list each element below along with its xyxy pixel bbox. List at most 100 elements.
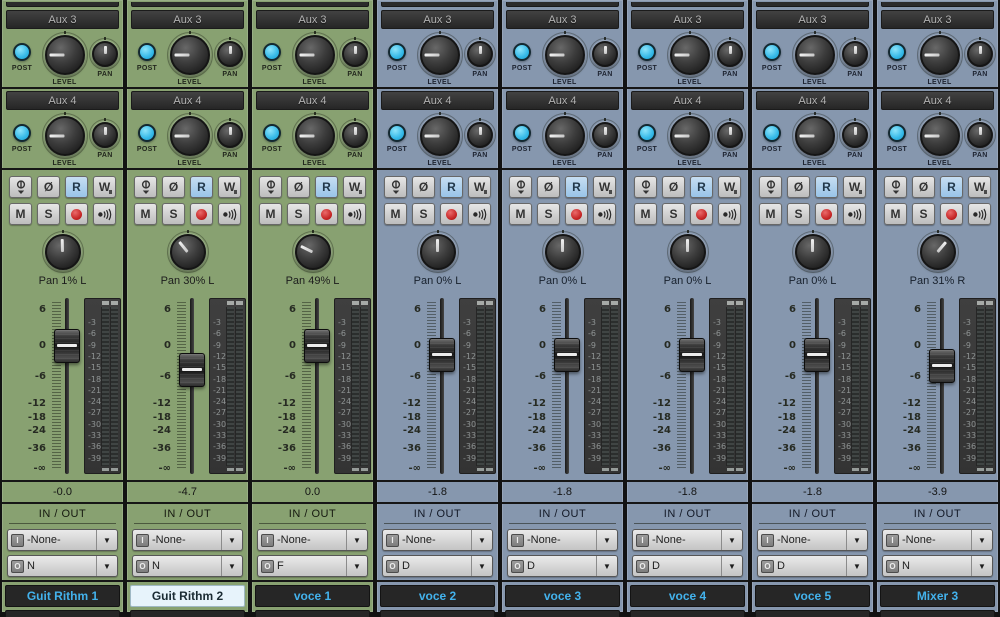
aux-send-header[interactable]: Aux 4 [631, 91, 744, 110]
post-toggle-button[interactable] [388, 124, 406, 142]
pan-knob[interactable] [920, 234, 956, 270]
aux-send-header[interactable]: Aux 3 [381, 10, 494, 29]
fader-track[interactable] [690, 298, 694, 474]
input-select-button[interactable] [884, 176, 907, 198]
send-pan-knob[interactable] [967, 41, 993, 67]
fader-handle[interactable] [679, 338, 705, 372]
dropdown-arrow-icon[interactable]: ▼ [846, 530, 867, 550]
send-level-knob[interactable] [795, 116, 835, 156]
track-name[interactable]: Guit Rithm 2 [130, 585, 245, 607]
record-monitor-button[interactable] [593, 203, 616, 225]
track-name[interactable]: voce 3 [505, 585, 620, 607]
input-select-dropdown[interactable]: I -None- ▼ [507, 529, 618, 551]
solo-button[interactable]: S [912, 203, 935, 225]
post-toggle-button[interactable] [513, 43, 531, 61]
automation-read-button[interactable]: R [565, 176, 588, 198]
send-pan-knob[interactable] [92, 41, 118, 67]
automation-read-button[interactable]: R [315, 176, 338, 198]
automation-write-button[interactable]: W [468, 176, 491, 198]
send-level-knob[interactable] [795, 35, 835, 75]
record-monitor-button[interactable] [93, 203, 116, 225]
send-pan-knob[interactable] [467, 41, 493, 67]
solo-button[interactable]: S [412, 203, 435, 225]
track-name[interactable]: voce 1 [255, 585, 370, 607]
record-arm-button[interactable] [565, 203, 588, 225]
aux-send-header[interactable]: Aux 4 [6, 91, 119, 110]
send-level-knob[interactable] [920, 35, 960, 75]
level-meter[interactable]: -3 -6 -9 -12 -15 -18 -21 -24 -27 -30 -33… [459, 298, 496, 474]
input-select-dropdown[interactable]: I -None- ▼ [257, 529, 368, 551]
post-toggle-button[interactable] [388, 43, 406, 61]
send-pan-knob[interactable] [217, 41, 243, 67]
meter-clip-indicator[interactable] [236, 301, 243, 305]
fader-handle[interactable] [179, 353, 205, 387]
send-level-knob[interactable] [545, 35, 585, 75]
meter-clip-indicator[interactable] [102, 301, 109, 305]
meter-clip-indicator[interactable] [727, 301, 734, 305]
post-toggle-button[interactable] [888, 124, 906, 142]
record-arm-button[interactable] [815, 203, 838, 225]
record-monitor-button[interactable] [218, 203, 241, 225]
pan-knob[interactable] [795, 234, 831, 270]
input-select-button[interactable] [134, 176, 157, 198]
input-select-dropdown[interactable]: I -None- ▼ [757, 529, 868, 551]
mute-button[interactable]: M [509, 203, 532, 225]
automation-write-button[interactable]: W [218, 176, 241, 198]
dropdown-arrow-icon[interactable]: ▼ [846, 556, 867, 576]
record-monitor-button[interactable] [843, 203, 866, 225]
track-name[interactable]: Mixer 3 [880, 585, 995, 607]
fader-handle[interactable] [804, 338, 830, 372]
automation-write-button[interactable]: W [968, 176, 991, 198]
fader-handle[interactable] [554, 338, 580, 372]
meter-clip-indicator[interactable] [361, 301, 368, 305]
send-level-knob[interactable] [170, 116, 210, 156]
input-select-button[interactable] [634, 176, 657, 198]
dropdown-arrow-icon[interactable]: ▼ [971, 556, 992, 576]
dropdown-arrow-icon[interactable]: ▼ [346, 556, 367, 576]
dropdown-arrow-icon[interactable]: ▼ [346, 530, 367, 550]
automation-read-button[interactable]: R [940, 176, 963, 198]
aux-send-header[interactable]: Aux 4 [881, 91, 994, 110]
solo-button[interactable]: S [537, 203, 560, 225]
solo-button[interactable]: S [287, 203, 310, 225]
mute-button[interactable]: M [634, 203, 657, 225]
aux-send-header[interactable]: Aux 4 [256, 91, 369, 110]
aux-send-header[interactable]: Aux 3 [131, 10, 244, 29]
automation-read-button[interactable]: R [690, 176, 713, 198]
automation-write-button[interactable]: W [843, 176, 866, 198]
meter-clip-indicator[interactable] [861, 301, 868, 305]
fader-handle[interactable] [929, 349, 955, 383]
dropdown-arrow-icon[interactable]: ▼ [221, 530, 242, 550]
meter-clip-indicator[interactable] [602, 301, 609, 305]
pan-knob[interactable] [670, 234, 706, 270]
aux-send-header[interactable]: Aux 4 [381, 91, 494, 110]
send-level-knob[interactable] [670, 116, 710, 156]
output-select-dropdown[interactable]: O N ▼ [132, 555, 243, 577]
dropdown-arrow-icon[interactable]: ▼ [721, 530, 742, 550]
output-select-dropdown[interactable]: O D ▼ [382, 555, 493, 577]
send-level-knob[interactable] [420, 35, 460, 75]
aux-send-header[interactable]: Aux 3 [6, 10, 119, 29]
dropdown-arrow-icon[interactable]: ▼ [596, 530, 617, 550]
fader-track[interactable] [940, 298, 944, 474]
record-monitor-button[interactable] [718, 203, 741, 225]
input-select-button[interactable] [759, 176, 782, 198]
track-name[interactable]: voce 5 [755, 585, 870, 607]
meter-clip-indicator[interactable] [111, 301, 118, 305]
aux-send-header[interactable]: Aux 4 [506, 91, 619, 110]
automation-read-button[interactable]: R [815, 176, 838, 198]
send-level-knob[interactable] [295, 35, 335, 75]
track-name[interactable]: voce 4 [630, 585, 745, 607]
record-arm-button[interactable] [65, 203, 88, 225]
fader-track[interactable] [315, 298, 319, 474]
record-arm-button[interactable] [440, 203, 463, 225]
meter-clip-indicator[interactable] [352, 301, 359, 305]
output-select-dropdown[interactable]: O D ▼ [757, 555, 868, 577]
send-pan-knob[interactable] [217, 122, 243, 148]
send-level-knob[interactable] [45, 116, 85, 156]
send-pan-knob[interactable] [842, 41, 868, 67]
fader-track[interactable] [440, 298, 444, 474]
level-meter[interactable]: -3 -6 -9 -12 -15 -18 -21 -24 -27 -30 -33… [834, 298, 871, 474]
record-monitor-button[interactable] [468, 203, 491, 225]
post-toggle-button[interactable] [138, 43, 156, 61]
